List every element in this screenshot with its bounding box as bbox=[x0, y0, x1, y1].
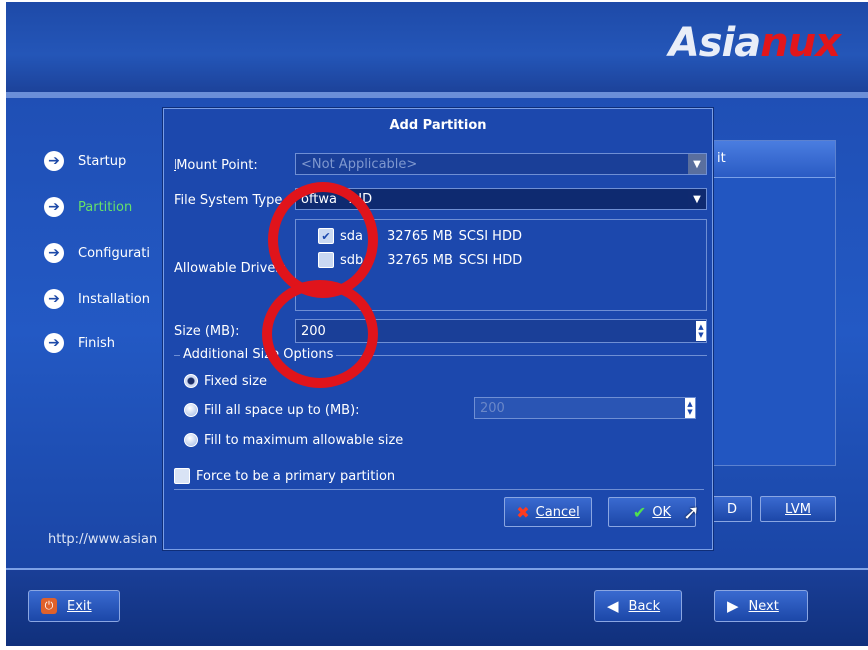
radio-icon[interactable] bbox=[184, 433, 198, 447]
header-banner: Asianux bbox=[6, 2, 868, 98]
dialog-title: Add Partition bbox=[389, 118, 487, 133]
asianux-logo: Asianux bbox=[668, 20, 841, 66]
step-configuration: ➔ Configurati bbox=[44, 242, 150, 264]
spin-arrows-icon[interactable]: ▲ ▼ bbox=[696, 321, 706, 341]
back-button[interactable]: ◀ Back bbox=[594, 590, 682, 622]
arrow-right-icon: ➔ bbox=[44, 151, 64, 171]
radio-fill-maximum[interactable]: Fill to maximum allowable size bbox=[184, 431, 403, 449]
allowable-drives-label: Allowable Drives: bbox=[174, 261, 287, 276]
spin-arrows-icon[interactable]: ▲ ▼ bbox=[685, 398, 695, 418]
checkbox-icon[interactable] bbox=[174, 468, 190, 484]
add-partition-dialog: Add Partition MMount Point: <Not Applica… bbox=[163, 108, 713, 550]
next-button[interactable]: ▶ Next bbox=[714, 590, 808, 622]
arrow-right-icon: ➔ bbox=[44, 289, 64, 309]
radio-fixed-size[interactable]: Fixed size bbox=[184, 372, 267, 390]
power-icon: ⏻ bbox=[41, 598, 57, 614]
exit-button[interactable]: ⏻ Exit bbox=[28, 590, 120, 622]
fs-type-label: File System Type bbox=[174, 193, 283, 208]
mount-point-label: MMount Point: bbox=[174, 158, 258, 173]
dialog-separator bbox=[174, 489, 704, 490]
lvm-button[interactable]: LVM bbox=[760, 496, 836, 522]
arrow-right-icon: ➔ bbox=[44, 243, 64, 263]
partition-table-pane[interactable]: it bbox=[712, 140, 836, 466]
step-startup: ➔ Startup bbox=[44, 150, 126, 172]
checkmark-icon: ✔ bbox=[632, 502, 647, 522]
mouse-pointer-icon: ➚ bbox=[683, 500, 700, 524]
raid-button[interactable]: D bbox=[712, 496, 752, 522]
size-label: Size (MB): bbox=[174, 324, 240, 339]
step-finish: ➔ Finish bbox=[44, 332, 115, 354]
arrow-right-icon: ➔ bbox=[44, 197, 64, 217]
website-url: http://www.asian bbox=[48, 532, 158, 547]
step-partition: ➔ Partition bbox=[44, 196, 132, 218]
arrow-right-icon: ▶ bbox=[727, 597, 739, 615]
table-header-fragment: it bbox=[717, 151, 726, 166]
chevron-down-icon[interactable]: ▼ bbox=[688, 189, 706, 209]
cancel-button[interactable]: ✖ Cancel bbox=[504, 497, 592, 527]
primary-partition-checkbox[interactable]: Force to be a primary partition bbox=[174, 467, 395, 485]
mount-point-combo[interactable]: <Not Applicable> ▼ bbox=[295, 153, 707, 175]
fill-size-spinbox[interactable]: 200 ▲ ▼ bbox=[474, 397, 696, 419]
step-installation: ➔ Installation bbox=[44, 288, 150, 310]
annotation-circle-bottom bbox=[262, 280, 378, 388]
arrow-left-icon: ◀ bbox=[607, 597, 619, 615]
cancel-x-icon: ✖ bbox=[516, 502, 530, 522]
radio-selected-icon[interactable] bbox=[184, 374, 198, 388]
chevron-down-icon[interactable]: ▼ bbox=[688, 154, 706, 174]
radio-icon[interactable] bbox=[184, 403, 198, 417]
radio-fill-up-to[interactable]: Fill all space up to (MB): bbox=[184, 401, 360, 419]
arrow-right-icon: ➔ bbox=[44, 333, 64, 353]
